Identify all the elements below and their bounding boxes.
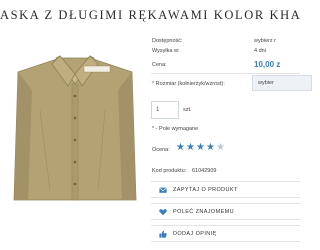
shipping-label: Wysyłka w: [152, 48, 180, 54]
quantity-input[interactable]: 1 [151, 101, 179, 119]
size-label: * Rozmiar (kołnierzyk/wzrost): [152, 81, 225, 87]
product-code-value: 61042909 [192, 168, 217, 174]
add-review-label: DODAJ OPINIĘ [173, 231, 217, 237]
quantity-unit: szt. [183, 107, 192, 113]
size-select-value: wybier [258, 80, 274, 86]
star-empty-icon[interactable]: ★ [216, 142, 225, 153]
size-select[interactable]: wybier [252, 75, 312, 91]
star-icon[interactable]: ★ [206, 142, 215, 153]
recommend-to-friend-button[interactable]: POLEĆ ZNAJOMEMU [151, 203, 300, 220]
product-title: ASKA Z DŁUGIMI RĘKAWAMI KOLOR KHAKI 303/… [0, 8, 300, 22]
product-code-label: Kod produktu: [152, 168, 187, 174]
ask-about-product-button[interactable]: ZAPYTAJ O PRODUKT [151, 181, 300, 198]
size-label-text: Rozmiar (kołnierzyk/wzrost): [155, 81, 225, 87]
shipping-value: 4 dni [254, 48, 266, 54]
recommend-to-friend-label: POLEĆ ZNAJOMEMU [173, 209, 235, 215]
quantity-value: 1 [156, 107, 160, 113]
availability-value: wybierz r [254, 38, 277, 44]
price-label: Cena: [152, 62, 167, 68]
heart-icon [159, 209, 167, 216]
price-value: 10,00 z [254, 60, 281, 69]
star-icon[interactable]: ★ [186, 142, 195, 153]
required-note: * - Pole wymagane [152, 126, 199, 132]
thumbs-up-icon [159, 230, 167, 238]
envelope-icon [159, 187, 167, 193]
divider [151, 73, 300, 74]
add-review-button[interactable]: DODAJ OPINIĘ [151, 225, 300, 242]
required-mark: * [152, 81, 155, 87]
availability-label: Dostępność: [152, 38, 183, 44]
ask-about-product-label: ZAPYTAJ O PRODUKT [173, 187, 238, 193]
product-image[interactable] [10, 50, 140, 210]
rating-label: Ocena: [152, 147, 170, 153]
star-icon[interactable]: ★ [196, 142, 205, 153]
star-icon[interactable]: ★ [176, 142, 185, 153]
